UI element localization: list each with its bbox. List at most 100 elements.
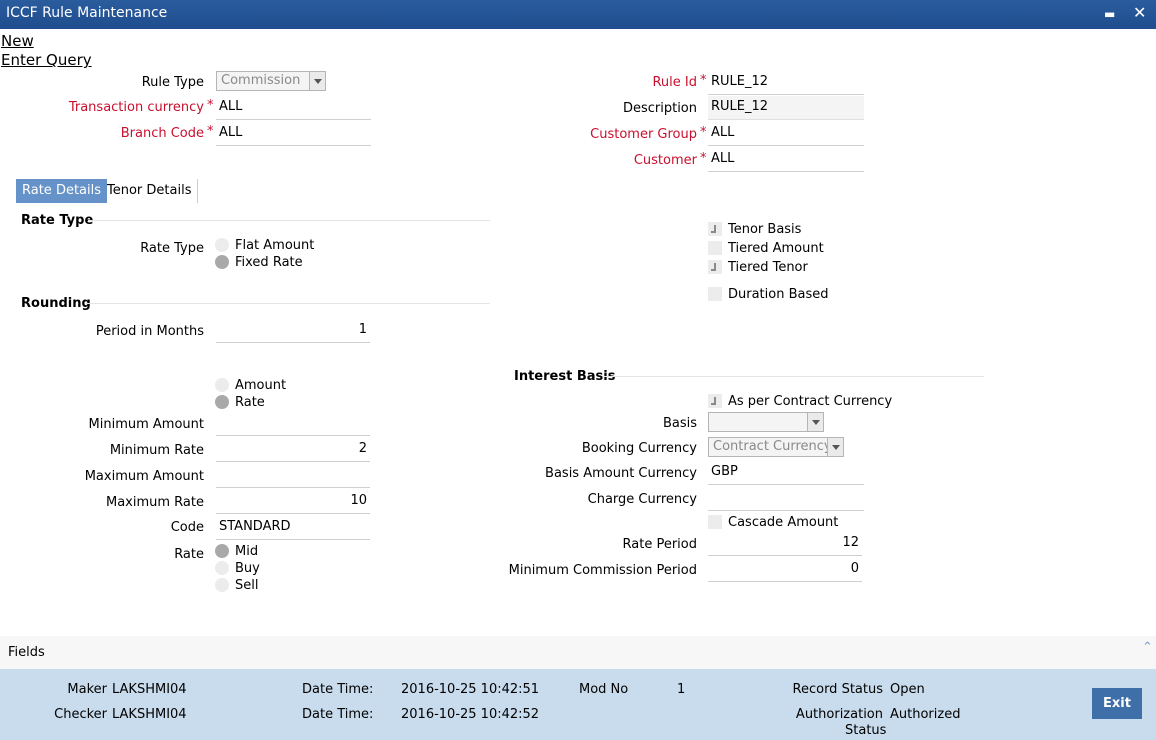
authorization-status-value: Authorized: [890, 707, 961, 722]
tiered-amount-checkbox[interactable]: [708, 241, 722, 255]
sell-label: Sell: [235, 578, 259, 593]
required-mark: *: [207, 98, 214, 113]
checker-value: LAKSHMI04: [112, 707, 187, 722]
booking-currency-label: Booking Currency: [581, 441, 697, 456]
minimize-icon[interactable]: ▬: [1104, 7, 1115, 21]
tiered-tenor-checkbox[interactable]: [708, 260, 722, 274]
duration-based-checkbox[interactable]: [708, 287, 722, 301]
charge-currency-field[interactable]: [708, 487, 864, 511]
minimum-amount-label: Minimum Amount: [88, 417, 204, 432]
chevron-down-icon: [309, 72, 325, 90]
maker-label: Maker: [67, 682, 107, 697]
tab-tenor-details[interactable]: Tenor Details: [101, 179, 199, 203]
tiered-amount-label: Tiered Amount: [728, 241, 824, 256]
authorization-status-label-2: Status: [845, 723, 887, 738]
tenor-basis-label: Tenor Basis: [728, 222, 802, 237]
code-label: Code: [170, 520, 204, 535]
enter-query-link[interactable]: Enter Query: [1, 51, 92, 69]
basis-amount-currency-label: Basis Amount Currency: [545, 466, 697, 481]
checker-label: Checker: [54, 707, 107, 722]
rate-option-label: Rate: [235, 395, 265, 410]
branch-code-label: Branch Code: [120, 126, 204, 141]
audit-footer: Maker LAKSHMI04 Checker LAKSHMI04 Date T…: [0, 669, 1156, 740]
required-mark: *: [700, 125, 707, 140]
tab-rate-details[interactable]: Rate Details: [16, 179, 108, 203]
minimum-rate-field[interactable]: 2: [216, 438, 370, 462]
rule-type-value: Commission: [221, 73, 301, 88]
description-label: Description: [622, 101, 697, 116]
cascade-amount-label: Cascade Amount: [728, 515, 839, 530]
maximum-rate-label: Maximum Rate: [106, 495, 204, 510]
divider: [86, 303, 490, 304]
rate-period-label: Rate Period: [622, 537, 697, 552]
interest-basis-section-title: Interest Basis: [514, 369, 616, 384]
fixed-rate-radio[interactable]: [215, 255, 229, 269]
exit-button[interactable]: Exit: [1092, 688, 1142, 719]
rule-id-field[interactable]: RULE_12: [708, 71, 864, 95]
fields-bar[interactable]: Fields ⌃: [0, 636, 1156, 669]
checker-date-time-value: 2016-10-25 10:42:52: [401, 707, 540, 722]
mid-radio[interactable]: [215, 544, 229, 558]
amount-radio[interactable]: [215, 378, 229, 392]
maximum-rate-field[interactable]: 10: [216, 490, 370, 514]
flat-amount-label: Flat Amount: [235, 238, 315, 253]
maximum-amount-field[interactable]: [216, 464, 370, 488]
maker-value: LAKSHMI04: [112, 682, 187, 697]
rounding-section-title: Rounding: [21, 296, 91, 311]
transaction-currency-label: Transaction currency: [68, 100, 204, 115]
chevron-up-icon[interactable]: ⌃: [1142, 640, 1153, 655]
duration-based-label: Duration Based: [728, 287, 829, 302]
divider: [88, 220, 490, 221]
booking-currency-select[interactable]: Contract Currency: [708, 437, 844, 457]
window-title: ICCF Rule Maintenance: [6, 5, 168, 21]
required-mark: *: [700, 73, 707, 88]
required-mark: *: [700, 151, 707, 166]
rule-type-select[interactable]: Commission: [216, 71, 326, 91]
customer-group-label: Customer Group: [590, 127, 697, 142]
fields-label: Fields: [8, 645, 45, 660]
buy-radio[interactable]: [215, 561, 229, 575]
tiered-tenor-label: Tiered Tenor: [728, 260, 808, 275]
period-in-months-field[interactable]: 1: [216, 319, 370, 343]
transaction-currency-field[interactable]: ALL: [216, 96, 371, 120]
mod-no-value: 1: [677, 682, 686, 697]
customer-field[interactable]: ALL: [708, 148, 864, 172]
customer-group-field[interactable]: ALL: [708, 122, 864, 146]
minimum-commission-period-field[interactable]: 0: [708, 558, 862, 582]
description-field[interactable]: RULE_12: [708, 96, 864, 120]
code-field[interactable]: STANDARD: [216, 516, 370, 540]
rate-type-label: Rate Type: [140, 241, 204, 256]
minimum-commission-period-label: Minimum Commission Period: [508, 563, 697, 578]
required-mark: *: [207, 124, 214, 139]
rate-label: Rate: [174, 547, 204, 562]
rule-id-label: Rule Id: [652, 75, 697, 90]
rate-type-section-title: Rate Type: [21, 213, 94, 228]
amount-label: Amount: [235, 378, 287, 393]
title-bar: ICCF Rule Maintenance ▬ ✕: [0, 0, 1156, 29]
new-link[interactable]: New: [1, 32, 34, 50]
chevron-down-icon: [827, 438, 843, 456]
as-per-contract-currency-label: As per Contract Currency: [728, 394, 893, 409]
branch-code-field[interactable]: ALL: [216, 122, 371, 146]
booking-currency-value: Contract Currency: [713, 439, 832, 454]
tenor-basis-checkbox[interactable]: [708, 222, 722, 236]
divider: [604, 376, 984, 377]
as-per-contract-currency-checkbox[interactable]: [708, 394, 722, 408]
rate-radio[interactable]: [215, 395, 229, 409]
basis-amount-currency-field[interactable]: GBP: [708, 461, 864, 485]
customer-label: Customer: [633, 153, 697, 168]
sell-radio[interactable]: [215, 578, 229, 592]
maker-date-time-label: Date Time:: [302, 682, 374, 697]
fixed-rate-label: Fixed Rate: [235, 255, 303, 270]
close-icon[interactable]: ✕: [1133, 3, 1146, 22]
period-in-months-label: Period in Months: [95, 324, 204, 339]
rate-period-field[interactable]: 12: [708, 532, 862, 556]
authorization-status-label: Authorization: [795, 707, 883, 722]
cascade-amount-checkbox[interactable]: [708, 515, 722, 529]
chevron-down-icon: [807, 413, 823, 431]
checker-date-time-label: Date Time:: [302, 707, 374, 722]
basis-select[interactable]: [708, 412, 824, 432]
minimum-amount-field[interactable]: [216, 412, 370, 436]
minimum-rate-label: Minimum Rate: [109, 443, 204, 458]
flat-amount-radio[interactable]: [215, 238, 229, 252]
